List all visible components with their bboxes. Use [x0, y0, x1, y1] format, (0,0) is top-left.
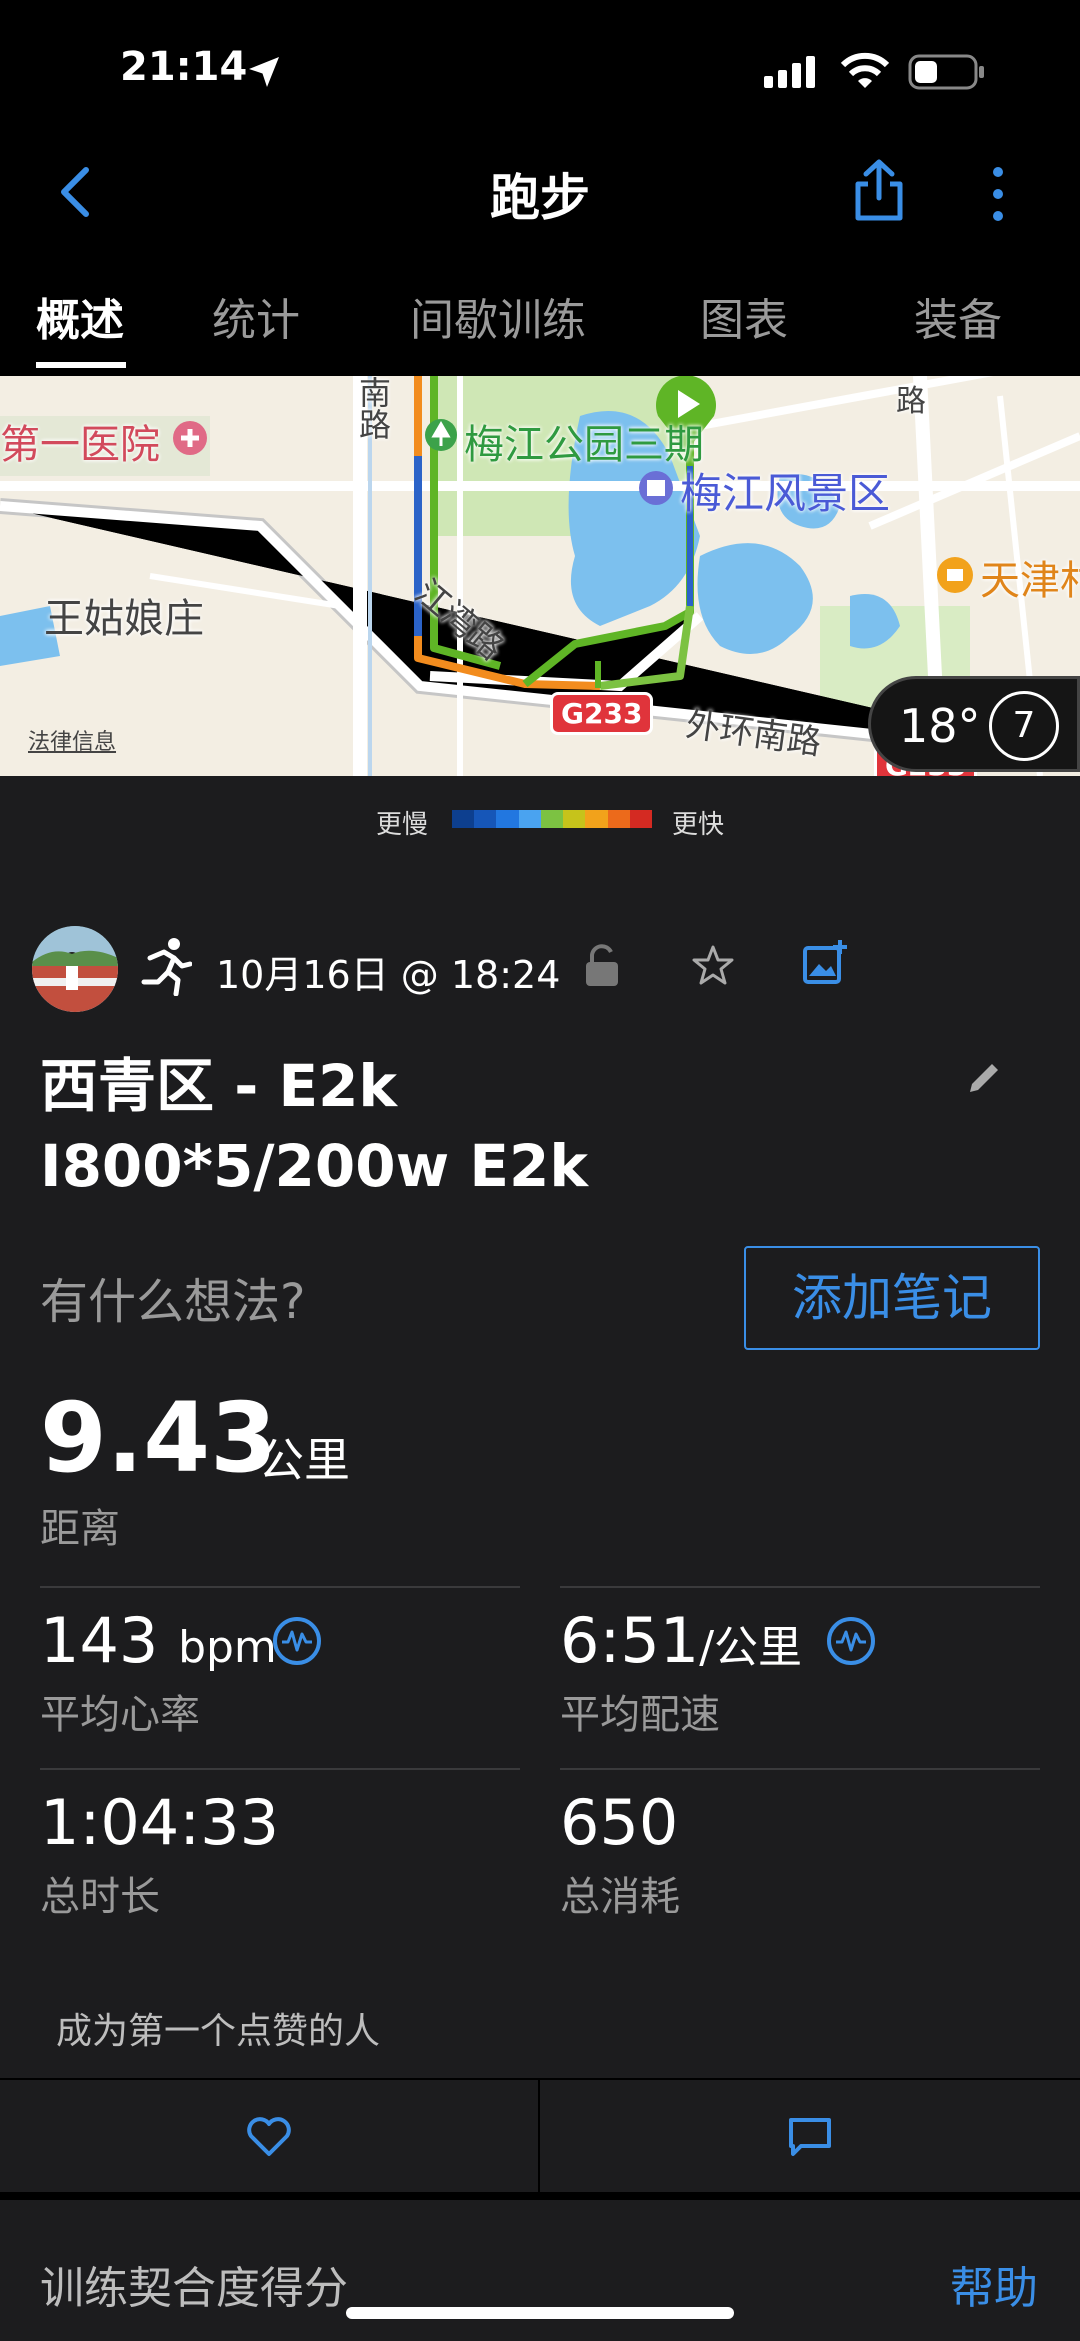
tab-bar: 概述 统计 间歇训练 图表 装备	[0, 270, 1080, 376]
avg-hr-stat: 143 bpm	[40, 1604, 277, 1677]
section-title: 训练契合度得分	[40, 2263, 348, 2314]
running-activity-icon	[141, 938, 192, 996]
activity-title: 西青区 - E2k I800*5/200w E2k	[40, 1046, 588, 1206]
map-label-corner-road: 路	[896, 384, 926, 419]
wifi-icon	[840, 52, 890, 88]
divider	[560, 1586, 1040, 1588]
wind-speed-dial: 7	[989, 691, 1059, 761]
activity-title-line2: I800*5/200w E2k	[40, 1132, 588, 1200]
like-button[interactable]	[0, 2080, 538, 2194]
pace-color-swatch	[563, 810, 586, 828]
park-icon	[425, 419, 457, 451]
cellular-signal-icon	[764, 56, 815, 88]
calories-value: 650	[560, 1786, 679, 1859]
map-label-park: 梅江公园三期	[464, 422, 704, 468]
avg-hr-unit: bpm	[178, 1622, 277, 1673]
distance-unit: 公里	[258, 1433, 350, 1487]
legend-faster-label: 更快	[672, 810, 725, 840]
add-note-button[interactable]: 添加笔记	[744, 1246, 1040, 1350]
divider	[560, 1768, 1040, 1770]
battery-icon	[908, 54, 984, 90]
distance-value: 9.43	[40, 1382, 277, 1494]
route-map[interactable]: 第一医院 梅江公园三期 梅江风景区 天津村 王姑娘庄 江湾路 南路 外环南路 路…	[0, 376, 1080, 776]
avg-pace-label: 平均配速	[560, 1692, 720, 1738]
page-title: 跑步	[490, 169, 590, 227]
weather-temperature: 18°	[899, 699, 981, 753]
home-indicator	[346, 2307, 734, 2319]
privacy-lock-icon[interactable]	[584, 944, 620, 988]
pace-color-swatch	[540, 810, 564, 828]
heart-icon	[247, 2117, 291, 2156]
active-tab-indicator	[36, 362, 126, 368]
pace-wave-icon[interactable]	[826, 1616, 876, 1666]
social-actions	[0, 2078, 1080, 2194]
tab-stats[interactable]: 统计	[212, 284, 300, 348]
pace-color-swatch	[496, 810, 519, 828]
comment-icon	[789, 2118, 831, 2156]
tab-charts[interactable]: 图表	[700, 284, 788, 348]
map-label-tianjin: 天津村	[980, 558, 1080, 604]
share-icon[interactable]	[852, 158, 906, 222]
pace-legend: 更慢 更快	[0, 776, 1080, 866]
status-time: 21:14	[120, 44, 248, 90]
more-options-icon[interactable]	[986, 164, 1010, 224]
duration-label: 总时长	[40, 1874, 160, 1920]
divider	[40, 1586, 520, 1588]
activity-title-line1: 西青区 - E2k	[40, 1052, 398, 1120]
pace-color-swatch	[474, 810, 497, 828]
help-link[interactable]: 帮助	[950, 2252, 1038, 2316]
map-label-hospital: 第一医院	[0, 422, 160, 468]
avatar[interactable]	[32, 926, 118, 1012]
map-label-south-road: 南路	[354, 376, 392, 440]
nav-bar: 跑步	[0, 130, 1080, 250]
pace-color-swatch	[607, 810, 630, 828]
location-arrow-icon	[249, 57, 279, 87]
avg-pace-unit: /公里	[699, 1622, 803, 1673]
avg-hr-value: 143	[40, 1604, 159, 1677]
divider	[40, 1768, 520, 1770]
pace-color-swatch	[585, 810, 608, 828]
status-bar: 21:14	[0, 0, 1080, 130]
activity-date: 10月16日 @ 18:24	[216, 953, 561, 997]
tab-gear[interactable]: 装备	[914, 284, 1002, 348]
scenic-spot-icon	[639, 471, 673, 505]
pace-color-scale	[452, 810, 652, 828]
hospital-icon	[173, 421, 207, 455]
weather-badge: 18° 7	[868, 676, 1080, 772]
duration-value: 1:04:33	[40, 1786, 280, 1859]
tab-intervals[interactable]: 间歇训练	[410, 284, 586, 348]
thoughts-prompt[interactable]: 有什么想法?	[40, 1262, 305, 1332]
legend-slower-label: 更慢	[376, 810, 429, 840]
map-label-wangguniang: 王姑娘庄	[44, 596, 204, 642]
calories-label: 总消耗	[560, 1874, 680, 1920]
avg-hr-label: 平均心率	[40, 1692, 200, 1738]
road-shield-g233: G233	[550, 692, 654, 735]
tab-overview[interactable]: 概述	[36, 284, 124, 348]
activity-panel: 10月16日 @ 18:24 西青区 - E2k I800*5/200w E2k…	[0, 866, 1080, 2078]
edit-pencil-icon[interactable]	[964, 1058, 1004, 1098]
favorite-star-icon[interactable]	[692, 944, 734, 986]
pace-color-swatch	[629, 810, 652, 828]
poi-icon	[937, 557, 973, 593]
avg-pace-value: 6:51	[560, 1604, 700, 1677]
pace-color-swatch	[518, 810, 541, 828]
heart-rate-wave-icon[interactable]	[272, 1616, 322, 1666]
likes-prompt: 成为第一个点赞的人	[56, 2011, 381, 2052]
map-label-scenic: 梅江风景区	[680, 469, 891, 518]
comment-button[interactable]	[540, 2080, 1080, 2194]
distance-label: 距离	[40, 1506, 120, 1552]
pace-color-swatch	[452, 810, 475, 828]
avg-pace-stat: 6:51/公里	[560, 1604, 802, 1677]
legal-info-link[interactable]: 法律信息	[28, 724, 116, 756]
add-photo-icon[interactable]	[802, 938, 848, 986]
